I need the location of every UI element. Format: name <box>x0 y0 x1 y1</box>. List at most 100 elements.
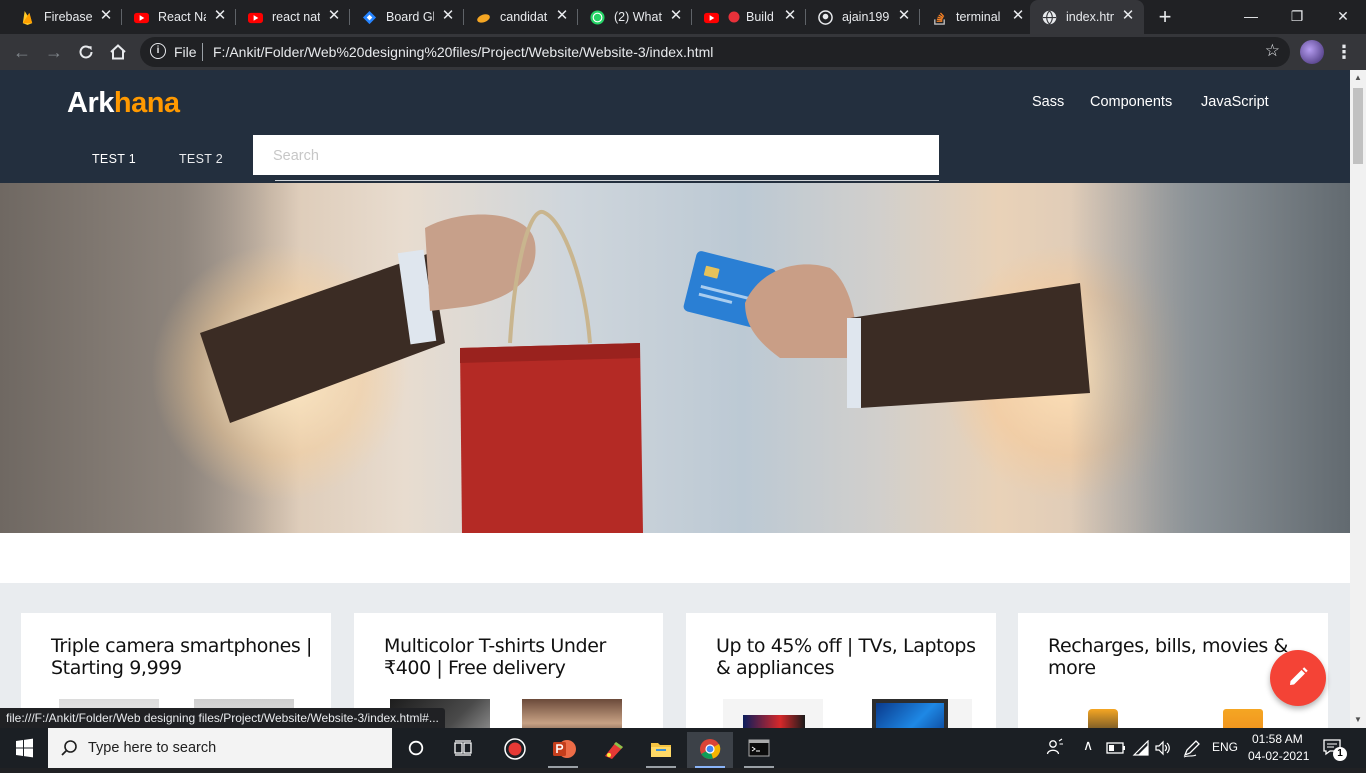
powerpoint-button[interactable] <box>540 732 586 768</box>
card-product-image[interactable] <box>872 699 972 728</box>
wifi-icon[interactable] <box>1132 740 1150 756</box>
terminal-button[interactable] <box>736 732 782 768</box>
close-tab-icon[interactable]: ✕ <box>212 7 228 25</box>
people-icon[interactable] <box>1046 738 1064 756</box>
cortana-icon <box>408 740 424 756</box>
card-product-image[interactable] <box>1223 709 1263 728</box>
profile-avatar[interactable] <box>1300 40 1324 64</box>
hero-banner-image <box>0 183 1350 533</box>
close-tab-icon[interactable]: ✕ <box>440 7 456 25</box>
link-status-bubble: file:///F:/Ankit/Folder/Web designing fi… <box>0 708 445 728</box>
tab-title: ajain199 <box>842 10 890 24</box>
browser-tab[interactable]: ajain199 ✕ <box>798 0 920 34</box>
close-tab-icon[interactable]: ✕ <box>554 7 570 25</box>
tab-title: (2) What <box>614 10 662 24</box>
taskbar-search-box[interactable]: Type here to search <box>48 728 392 768</box>
hero-bottom-strip <box>0 533 1350 583</box>
info-icon[interactable]: i <box>150 43 166 59</box>
edit-fab-button[interactable] <box>1270 650 1326 706</box>
close-tab-icon[interactable]: ✕ <box>782 7 798 25</box>
youtube-icon <box>248 12 263 24</box>
clock-date[interactable]: 04-02-2021 <box>1248 749 1309 763</box>
back-button[interactable]: ← <box>8 38 36 66</box>
forward-button[interactable]: → <box>40 38 68 66</box>
cortana-button[interactable] <box>393 732 439 768</box>
powerpoint-icon <box>553 740 576 758</box>
address-bar[interactable]: i File F:/Ankit/Folder/Web%20designing%2… <box>140 37 1290 67</box>
address-scheme-label: File <box>174 44 197 60</box>
pen-ink-icon[interactable] <box>1182 738 1202 758</box>
start-button[interactable] <box>0 728 48 768</box>
home-button[interactable] <box>104 38 132 66</box>
search-box <box>253 135 939 175</box>
tab-test-2[interactable]: TEST 2 <box>179 152 223 166</box>
paint-button[interactable] <box>590 732 636 768</box>
scroll-thumb[interactable] <box>1353 88 1363 164</box>
card-title: Up to 45% off | TVs, Laptops & appliance… <box>716 635 976 679</box>
clock-time[interactable]: 01:58 AM <box>1252 732 1303 746</box>
tab-test-1[interactable]: TEST 1 <box>92 152 136 166</box>
nav-link-javascript[interactable]: JavaScript <box>1201 94 1269 110</box>
firebase-icon <box>22 10 33 25</box>
file-explorer-icon <box>651 743 671 757</box>
address-url[interactable]: F:/Ankit/Folder/Web%20designing%20files/… <box>213 44 713 60</box>
chrome-button[interactable] <box>687 732 733 768</box>
browser-tab[interactable]: React Na ✕ <box>114 0 236 34</box>
browser-tab[interactable]: react nati ✕ <box>228 0 350 34</box>
scroll-down-arrow[interactable]: ▼ <box>1350 712 1366 728</box>
search-icon <box>61 740 77 756</box>
language-indicator[interactable]: ENG <box>1212 740 1238 754</box>
search-input[interactable] <box>273 144 923 168</box>
browser-tab[interactable]: candidat ✕ <box>456 0 578 34</box>
youtube-icon <box>704 12 719 24</box>
browser-menu-icon[interactable]: ⋮ <box>1334 38 1354 66</box>
terminal-icon <box>748 739 770 757</box>
paint-icon <box>605 742 623 759</box>
file-explorer-button[interactable] <box>638 732 684 768</box>
close-tab-icon[interactable]: ✕ <box>896 7 912 25</box>
restore-button[interactable]: ❐ <box>1274 4 1320 30</box>
jira-icon <box>362 10 377 25</box>
brand-logo[interactable]: Arkhana <box>67 87 180 120</box>
close-tab-icon[interactable]: ✕ <box>326 7 342 25</box>
browser-tab-active[interactable]: index.htm ✕ <box>1030 0 1144 34</box>
close-tab-icon[interactable]: ✕ <box>1120 7 1136 25</box>
bookmark-star-icon[interactable]: ☆ <box>1265 41 1280 61</box>
browser-tab[interactable]: Board Gl ✕ <box>342 0 464 34</box>
volume-icon[interactable] <box>1154 740 1172 756</box>
show-hidden-icons-chevron-icon[interactable]: ∧ <box>1083 737 1093 754</box>
github-icon <box>818 10 833 25</box>
browser-tab[interactable]: (2) What ✕ <box>570 0 692 34</box>
close-tab-icon[interactable]: ✕ <box>98 7 114 25</box>
card-product-image[interactable] <box>522 699 622 728</box>
screen-recorder-button[interactable] <box>492 732 538 768</box>
card-product-image[interactable] <box>1088 709 1118 728</box>
web-page: Arkhana Sass Components JavaScript TEST … <box>0 70 1350 728</box>
browser-tab[interactable]: Build ✕ <box>684 0 806 34</box>
tab-title: terminal <box>956 10 1001 24</box>
page-scrollbar[interactable]: ▲ ▼ <box>1350 70 1366 728</box>
new-tab-button[interactable]: + <box>1152 4 1178 30</box>
close-tab-icon[interactable]: ✕ <box>668 7 684 25</box>
nav-link-components[interactable]: Components <box>1090 94 1172 110</box>
task-view-button[interactable] <box>440 732 486 768</box>
pencil-icon <box>1290 667 1308 685</box>
minimize-button[interactable]: — <box>1228 4 1274 30</box>
shopping-illustration <box>200 209 1090 533</box>
brand-text-part1: Ark <box>67 87 114 119</box>
nav-link-sass[interactable]: Sass <box>1032 94 1064 110</box>
close-window-button[interactable]: ✕ <box>1320 4 1366 30</box>
browser-tab[interactable]: terminal ✕ <box>912 0 1034 34</box>
reload-button[interactable] <box>72 38 100 66</box>
deal-card[interactable]: Up to 45% off | TVs, Laptops & appliance… <box>686 613 996 728</box>
close-tab-icon[interactable]: ✕ <box>1010 7 1026 25</box>
card-title: Multicolor T-shirts Under ₹400 | Free de… <box>384 635 606 679</box>
site-navbar: Arkhana Sass Components JavaScript TEST … <box>0 70 1350 183</box>
browser-tab[interactable]: Firebase ✕ <box>0 0 122 34</box>
scroll-up-arrow[interactable]: ▲ <box>1350 70 1366 86</box>
notification-center-button[interactable]: 1 <box>1318 736 1348 762</box>
tab-title: Firebase <box>44 10 92 24</box>
recording-icon <box>728 11 740 23</box>
battery-icon[interactable] <box>1106 741 1126 755</box>
card-product-image[interactable] <box>723 699 823 728</box>
